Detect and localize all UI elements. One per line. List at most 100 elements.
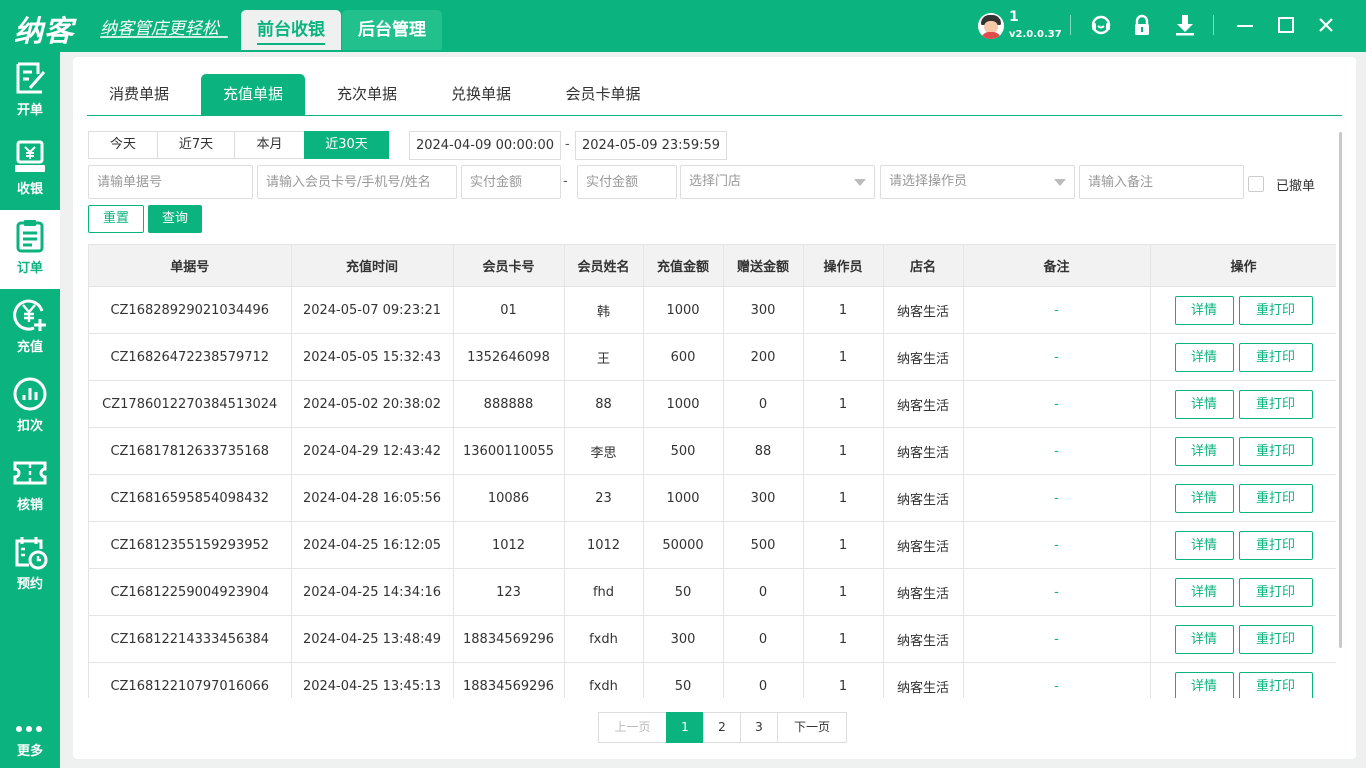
column-header: 操作 [1150,244,1336,287]
range-today[interactable]: 今天 [88,131,158,159]
recharge-time-cell: 2024-05-05 15:32:43 [291,333,454,381]
recharge-amount-cell: 50 [643,568,724,616]
lock-icon[interactable] [1130,13,1154,37]
tab-recharge[interactable]: 充值单据 [201,74,305,115]
tab-consume[interactable]: 消费单据 [87,74,191,115]
reprint-button[interactable]: 重打印 [1238,671,1313,698]
detail-button[interactable]: 详情 [1174,389,1234,419]
recharge-time-cell: 2024-05-07 09:23:21 [291,286,454,334]
tab-member-card[interactable]: 会员卡单据 [543,74,663,115]
detail-button[interactable]: 详情 [1174,530,1234,560]
reprint-button[interactable]: 重打印 [1238,436,1313,466]
operator-cell: 1 [803,286,884,334]
recharge-time-cell: 2024-04-25 16:12:05 [291,521,454,569]
column-header: 赠送金额 [723,244,804,287]
operator-cell: 1 [803,474,884,522]
remark-input[interactable] [1079,165,1244,199]
range-30-days[interactable]: 近30天 [304,131,389,159]
remark-cell: - [963,286,1151,334]
recharge-amount-cell: 600 [643,333,724,381]
maximize-icon[interactable] [1274,13,1298,37]
close-icon[interactable] [1314,13,1338,37]
range-7-days[interactable]: 近7天 [157,131,235,159]
store-cell: 纳客生活 [883,568,964,616]
recharge-amount-cell: 1000 [643,380,724,428]
headset-icon[interactable] [1089,13,1113,37]
reprint-button[interactable]: 重打印 [1238,295,1313,325]
member-name-cell: fxdh [564,615,644,663]
store-select[interactable]: 选择门店 [680,165,875,199]
sidebar-item-open-order[interactable]: 开单 [0,52,60,131]
query-button[interactable]: 查询 [148,205,202,233]
app-logo: 纳客 [14,14,75,48]
date-start-field[interactable]: 2024-04-09 00:00:00 [409,131,561,160]
cancelled-checkbox[interactable] [1248,176,1264,192]
scrollbar[interactable] [1339,132,1342,648]
reprint-button[interactable]: 重打印 [1238,624,1313,654]
tab-count-recharge[interactable]: 充次单据 [315,74,419,115]
cancelled-label: 已撤单 [1276,179,1316,194]
order-no-input[interactable] [88,165,253,199]
bonus-amount-cell: 0 [723,380,804,428]
recharge-amount-cell: 1000 [643,286,724,334]
detail-button[interactable]: 详情 [1174,436,1234,466]
bonus-amount-cell: 0 [723,615,804,663]
reprint-button[interactable]: 重打印 [1238,389,1313,419]
sidebar-item-orders[interactable]: 订单 [0,210,60,289]
sidebar-item-deduct[interactable]: 扣次 [0,368,60,447]
sidebar-item-recharge[interactable]: 充值 [0,289,60,368]
remark-cell: - [963,615,1151,663]
bonus-amount-cell: 0 [723,662,804,698]
range-this-month[interactable]: 本月 [234,131,305,159]
member-card-cell: 13600110055 [453,427,565,475]
order-no-cell: CZ16826472238579712 [89,333,292,381]
page-1-button[interactable]: 1 [666,712,704,743]
chevron-down-icon [1054,179,1066,186]
sidebar-more[interactable]: 更多 [0,716,60,766]
reprint-button[interactable]: 重打印 [1238,577,1313,607]
detail-button[interactable]: 详情 [1174,671,1234,698]
sidebar-item-cashier[interactable]: 收银 [0,131,60,210]
detail-button[interactable]: 详情 [1174,342,1234,372]
tab-exchange[interactable]: 兑换单据 [429,74,533,115]
remark-cell: - [963,662,1151,698]
detail-button[interactable]: 详情 [1174,624,1234,654]
bill-tabs: 消费单据 充值单据 充次单据 兑换单据 会员卡单据 [87,74,1342,116]
date-end-field[interactable]: 2024-05-09 23:59:59 [575,131,727,160]
reprint-button[interactable]: 重打印 [1238,483,1313,513]
download-icon[interactable] [1173,13,1197,37]
minimize-icon[interactable] [1233,13,1257,37]
prev-page-button[interactable]: 上一页 [598,712,667,743]
page-2-button[interactable]: 2 [703,712,741,743]
actions-cell: 详情 重打印 [1150,568,1336,616]
reprint-button[interactable]: 重打印 [1238,530,1313,560]
user-avatar[interactable] [978,13,1004,39]
detail-button[interactable]: 详情 [1174,483,1234,513]
top-tab-front-cashier[interactable]: 前台收银 [241,10,341,50]
amount-max-input[interactable] [577,165,677,199]
top-tab-backend[interactable]: 后台管理 [342,10,442,50]
operator-select[interactable]: 请选择操作员 [880,165,1075,199]
sidebar-item-verify[interactable]: 核销 [0,447,60,526]
page-3-button[interactable]: 3 [740,712,778,743]
chevron-down-icon [854,179,866,186]
reset-button[interactable]: 重置 [88,205,144,233]
store-cell: 纳客生活 [883,474,964,522]
member-search-input[interactable] [257,165,457,199]
detail-button[interactable]: 详情 [1174,295,1234,325]
member-name-cell: 王 [564,333,644,381]
next-page-button[interactable]: 下一页 [777,712,847,743]
reprint-button[interactable]: 重打印 [1238,342,1313,372]
column-header: 备注 [963,244,1151,287]
table-row: CZ16828929021034496 2024-05-07 09:23:21 01… [89,286,1336,334]
recharge-time-cell: 2024-04-25 13:45:13 [291,662,454,698]
sidebar-item-booking[interactable]: 预约 [0,526,60,605]
recharge-amount-cell: 1000 [643,474,724,522]
detail-button[interactable]: 详情 [1174,577,1234,607]
operator-cell: 1 [803,333,884,381]
column-header: 会员姓名 [564,244,644,287]
table-row: CZ16826472238579712 2024-05-05 15:32:43 13… [89,333,1336,381]
amount-min-input[interactable] [461,165,561,199]
table-row: CZ16812259004923904 2024-04-25 14:34:16 12… [89,568,1336,616]
store-cell: 纳客生活 [883,427,964,475]
